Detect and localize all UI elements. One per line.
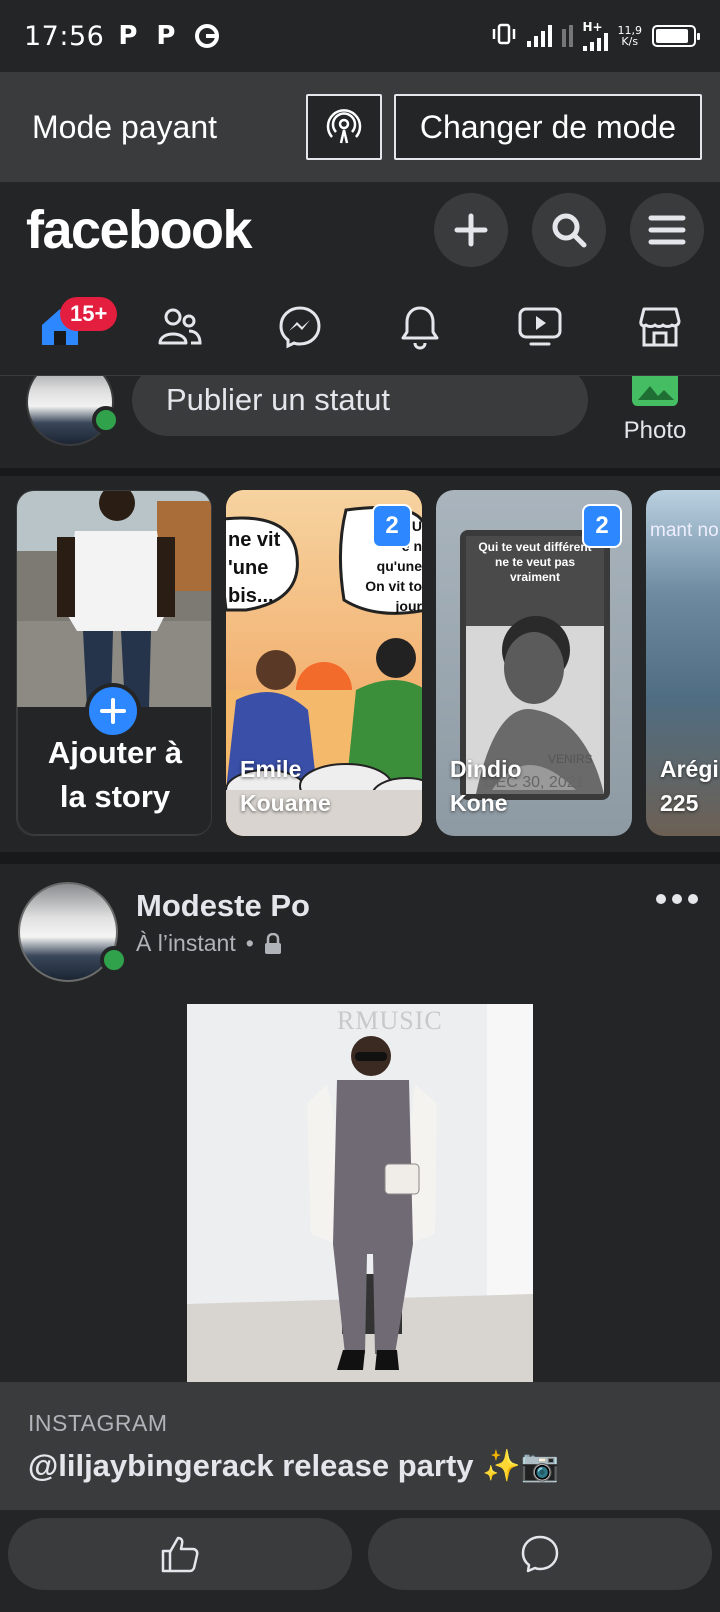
tab-watch[interactable]: [490, 287, 590, 367]
post-time[interactable]: À l’instant: [136, 930, 236, 957]
notification-badge: 15+: [60, 296, 118, 331]
post-photo: [187, 1004, 533, 1384]
status-composer: Publier un statut Photo: [0, 376, 720, 468]
story-author: Arégi 225: [660, 756, 719, 816]
post-image[interactable]: RMUSIC: [187, 1004, 533, 1384]
link-source: INSTAGRAM: [28, 1410, 168, 1436]
story-overlay-text: mant no: [650, 520, 719, 541]
story-count-badge: 2: [582, 504, 622, 548]
data-arrows-icon: [561, 25, 573, 47]
create-button[interactable]: [434, 193, 508, 267]
plus-icon: [454, 213, 488, 247]
add-story-label: Ajouter à la story: [47, 735, 183, 814]
bell-icon: [401, 306, 439, 350]
post-author[interactable]: Modeste Po: [136, 888, 310, 924]
tab-home[interactable]: 15+: [10, 287, 118, 367]
post-actions: [0, 1518, 720, 1612]
facebook-logo[interactable]: facebook: [26, 199, 410, 261]
change-mode-button[interactable]: Changer de mode: [393, 94, 702, 160]
messenger-icon: [279, 305, 321, 348]
search-button[interactable]: [532, 193, 606, 267]
status-bar: 17:56 P P H+ 11,9 K/s: [0, 0, 720, 72]
link-title: @liljaybingerack release party ✨📷: [28, 1448, 560, 1483]
app-p-icon: P: [118, 21, 138, 51]
story-bg-text: VENIRS: [548, 752, 593, 766]
photo-button[interactable]: Photo: [612, 376, 698, 445]
story-author: Emile Kouame: [240, 756, 331, 816]
comment-icon: [521, 1535, 559, 1573]
add-story-card[interactable]: Ajouter à la story: [16, 490, 212, 836]
app-header: facebook: [0, 182, 720, 278]
comment-button[interactable]: [368, 1518, 712, 1590]
app-p-icon: P: [156, 21, 176, 51]
status-indicators: H+ 11,9 K/s: [491, 21, 700, 51]
broadcast-button[interactable]: [305, 94, 382, 160]
vibrate-icon: [491, 22, 517, 51]
network-speed: 11,9 K/s: [617, 24, 643, 48]
broadcast-icon: [326, 109, 362, 144]
friends-icon: [158, 308, 202, 344]
tab-notifications[interactable]: [370, 287, 470, 367]
plus-icon: [100, 698, 126, 724]
story-card[interactable]: Qui te veut différent ne te veut pas vra…: [436, 490, 632, 836]
tab-friends[interactable]: [130, 287, 230, 367]
post-meta: À l’instant •: [136, 930, 282, 957]
online-indicator: [92, 406, 120, 434]
meta-separator: •: [245, 930, 254, 956]
online-indicator: [100, 946, 128, 974]
app-g-icon: [194, 23, 220, 49]
menu-button[interactable]: [630, 193, 704, 267]
menu-icon: [648, 215, 686, 245]
story-author: Dindio Kone: [450, 756, 522, 816]
signal-icon: [526, 25, 552, 47]
thumbs-up-icon: [161, 1536, 199, 1573]
stories-tray: Ajouter à la story ne vit 'une bis... e …: [0, 476, 720, 852]
status-app-icons: P P: [118, 21, 220, 51]
status-input[interactable]: Publier un statut: [132, 376, 588, 436]
nav-tabs: 15+: [0, 278, 720, 376]
story-card[interactable]: mant no Arégi 225: [646, 490, 720, 836]
video-icon: [518, 307, 562, 345]
network-type-icon: H+: [582, 21, 608, 51]
search-icon: [552, 213, 587, 248]
lock-icon: [264, 932, 281, 954]
mode-label: Mode payant: [32, 108, 218, 145]
tab-marketplace[interactable]: [610, 287, 710, 367]
marketplace-icon: [639, 307, 681, 346]
link-preview[interactable]: INSTAGRAM @liljaybingerack release party…: [0, 1382, 720, 1510]
feed-post: Modeste Po À l’instant • RMUSIC INSTAGRA…: [0, 864, 720, 1612]
story-count-badge: 2: [372, 504, 412, 548]
story-art-text: ne vit 'une bis...: [228, 529, 281, 607]
story-owner-photo: [17, 491, 211, 707]
tab-messenger[interactable]: [250, 287, 350, 367]
battery-icon: [652, 25, 700, 47]
story-caption: Qui te veut différent ne te veut pas vra…: [478, 540, 592, 584]
status-time: 17:56: [24, 20, 105, 52]
photo-icon: [632, 376, 678, 406]
like-button[interactable]: [8, 1518, 352, 1590]
data-mode-bar: Mode payant Changer de mode: [0, 72, 720, 182]
image-overlay-text: RMUSIC: [337, 1006, 443, 1035]
more-options-button[interactable]: [656, 894, 698, 904]
photo-label: Photo: [623, 417, 687, 444]
story-card[interactable]: ne vit 'une bis... AU e n qu'une On vit …: [226, 490, 422, 836]
